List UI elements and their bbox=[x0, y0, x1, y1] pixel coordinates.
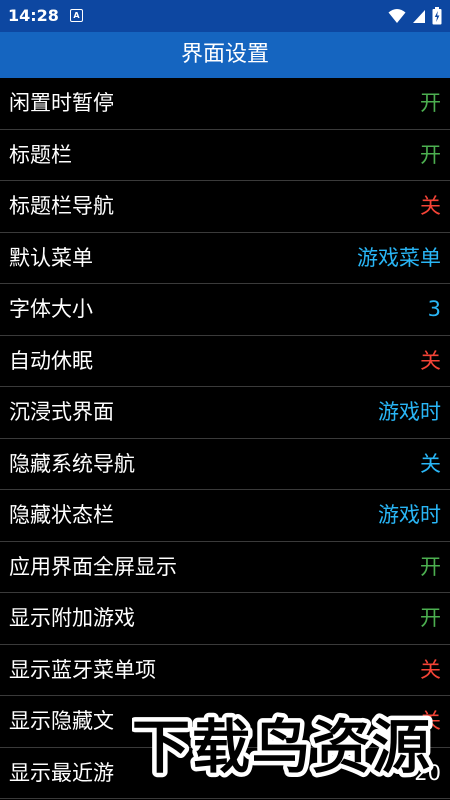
setting-label: 应用界面全屏显示 bbox=[9, 554, 177, 579]
setting-row[interactable]: 隐藏系统导航 关 bbox=[0, 439, 450, 490]
setting-row[interactable]: 显示附加游戏 开 bbox=[0, 593, 450, 645]
status-time: 14:28 bbox=[8, 6, 59, 25]
setting-row[interactable]: 自动休眠 关 bbox=[0, 336, 450, 387]
battery-icon bbox=[432, 7, 442, 25]
setting-value: 游戏时 bbox=[378, 400, 441, 424]
setting-label: 自动休眠 bbox=[9, 348, 93, 373]
setting-label: 闲置时暂停 bbox=[9, 91, 114, 115]
status-bar: 14:28 A bbox=[0, 0, 450, 32]
watermark-logo: 下载鸟资源 bbox=[132, 712, 435, 780]
signal-icon bbox=[413, 10, 425, 23]
setting-value: 开 bbox=[420, 606, 441, 630]
setting-label: 字体大小 bbox=[9, 297, 93, 321]
setting-value: 3 bbox=[427, 297, 441, 321]
wifi-icon bbox=[388, 9, 406, 23]
status-icons bbox=[388, 6, 442, 26]
setting-value: 关 bbox=[420, 451, 441, 476]
setting-label: 显示最近游 bbox=[9, 760, 114, 785]
setting-row[interactable]: 默认菜单 游戏菜单 bbox=[0, 233, 450, 284]
setting-value: 开 bbox=[420, 554, 441, 579]
setting-label: 沉浸式界面 bbox=[9, 400, 114, 424]
setting-value: 关 bbox=[420, 194, 441, 218]
setting-row[interactable]: 沉浸式界面 游戏时 bbox=[0, 387, 450, 439]
setting-value: 开 bbox=[420, 91, 441, 115]
setting-label: 隐藏状态栏 bbox=[9, 503, 114, 527]
setting-label: 显示附加游戏 bbox=[9, 606, 135, 630]
setting-value: 关 bbox=[420, 657, 441, 682]
setting-label: 标题栏 bbox=[9, 142, 72, 167]
setting-row[interactable]: 标题栏 开 bbox=[0, 130, 450, 181]
page-title: 界面设置 bbox=[180, 42, 269, 67]
setting-label: 标题栏导航 bbox=[9, 194, 114, 218]
setting-value: 游戏菜单 bbox=[357, 245, 441, 270]
setting-row[interactable]: 字体大小 3 bbox=[0, 284, 450, 336]
settings-list: 闲置时暂停开标题栏开标题栏导航关默认菜单 游戏菜单 字体大小 3 自动休眠关沉浸式界面游… bbox=[0, 78, 450, 799]
title-bar: 界面设置 bbox=[0, 32, 450, 78]
setting-value: 游戏时 bbox=[378, 503, 441, 527]
setting-row[interactable]: 显示蓝牙菜单项 关 bbox=[0, 645, 450, 696]
setting-row[interactable]: 应用界面全屏显示 开 bbox=[0, 542, 450, 593]
setting-value: 关 bbox=[420, 348, 441, 373]
setting-row[interactable]: 标题栏导航 关 bbox=[0, 181, 450, 233]
a-badge-icon: A bbox=[70, 9, 83, 22]
svg-text:下载鸟资源: 下载鸟资源 bbox=[132, 713, 432, 780]
setting-row[interactable]: 隐藏状态栏 游戏时 bbox=[0, 490, 450, 542]
setting-label: 显示隐藏文 bbox=[9, 709, 114, 733]
setting-label: 隐藏系统导航 bbox=[9, 451, 135, 476]
setting-row[interactable]: 闲置时暂停 开 bbox=[0, 78, 450, 130]
setting-value: 开 bbox=[420, 142, 441, 167]
setting-label: 默认菜单 bbox=[9, 245, 93, 270]
setting-label: 显示蓝牙菜单项 bbox=[9, 657, 156, 682]
